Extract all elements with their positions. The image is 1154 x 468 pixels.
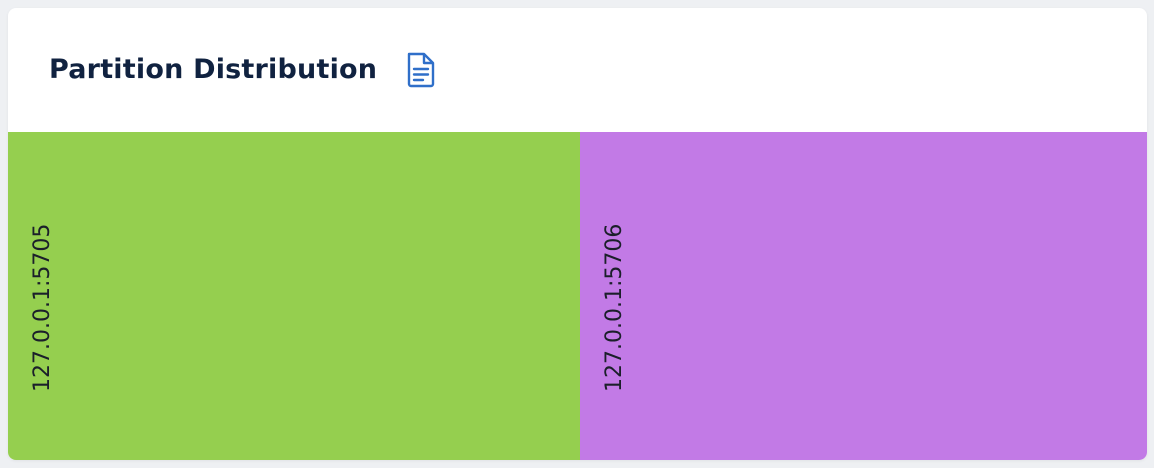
card-header: Partition Distribution (8, 8, 1147, 132)
member-address-label: 127.0.0.1:5705 (30, 223, 55, 392)
card-title: Partition Distribution (49, 53, 378, 85)
partition-distribution-card: Partition Distribution 127.0.0.1:5705 12… (8, 8, 1147, 460)
member-segment[interactable]: 127.0.0.1:5705 (8, 132, 580, 460)
document-icon[interactable] (405, 51, 437, 89)
member-address-label: 127.0.0.1:5706 (601, 223, 627, 392)
member-segment[interactable]: 127.0.0.1:5706 (579, 132, 1147, 460)
partition-distribution-bar: 127.0.0.1:5705 127.0.0.1:5706 (8, 132, 1147, 460)
